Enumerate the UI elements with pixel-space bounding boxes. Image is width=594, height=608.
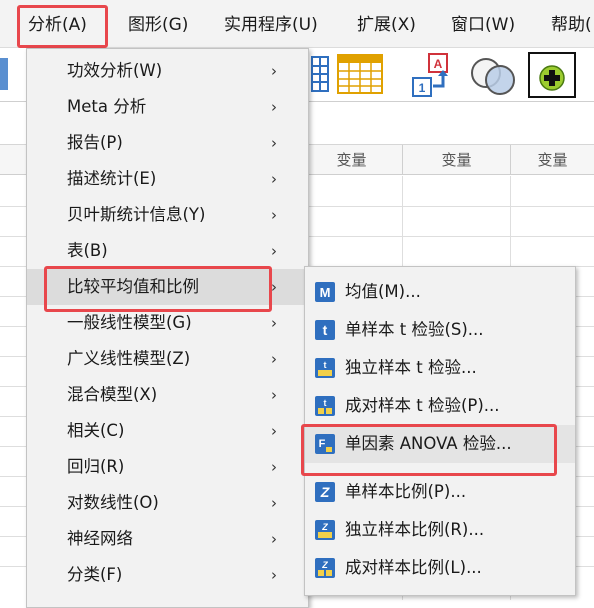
menu-item-descriptive-statistics[interactable]: 描述统计(E) › (27, 161, 308, 197)
svg-text:A: A (434, 57, 443, 71)
menu-item-generalized-linear-models[interactable]: 广义线性模型(Z) › (27, 341, 308, 377)
menu-item-label: 一般线性模型(G) (67, 313, 192, 332)
column-header[interactable]: 变量 (402, 145, 510, 175)
column-header[interactable]: 变量 (510, 145, 594, 175)
menu-item-classify[interactable]: 分类(F) › (27, 557, 308, 593)
paired-t-icon: t (315, 396, 335, 416)
menu-window[interactable]: 窗口(W) (451, 12, 515, 38)
submenu-item-means[interactable]: M 均值(M)... (305, 273, 575, 311)
menu-item-label: Meta 分析 (67, 97, 147, 116)
menu-item-compare-means[interactable]: 比较平均值和比例 › (27, 269, 308, 305)
anova-icon: F (315, 434, 335, 454)
menu-analyze[interactable]: 分析(A) (28, 12, 87, 38)
svg-text:F: F (319, 438, 326, 450)
submenu-arrow-icon: › (271, 494, 277, 512)
submenu-arrow-icon: › (271, 350, 277, 368)
menu-item-label: 贝叶斯统计信息(Y) (67, 205, 206, 224)
submenu-arrow-icon: › (271, 278, 277, 296)
submenu-item-one-way-anova[interactable]: F 单因素 ANOVA 检验... (305, 425, 575, 463)
submenu-item-paired-samples-t-test[interactable]: t 成对样本 t 检验(P)... (305, 387, 575, 425)
menu-item-mixed-models[interactable]: 混合模型(X) › (27, 377, 308, 413)
menu-extensions[interactable]: 扩展(X) (357, 12, 416, 38)
independent-prop-icon: Z (315, 520, 335, 540)
svg-text:Z: Z (321, 522, 328, 532)
menu-item-label: 混合模型(X) (67, 385, 158, 404)
menu-item-label: 对数线性(O) (67, 493, 159, 512)
menu-item-tables[interactable]: 表(B) › (27, 233, 308, 269)
submenu-item-one-sample-proportions[interactable]: Z 单样本比例(P)... (305, 473, 575, 511)
menu-item-label: 比较平均值和比例 (67, 277, 199, 296)
submenu-arrow-icon: › (271, 98, 277, 116)
menu-item-bayesian-statistics[interactable]: 贝叶斯统计信息(Y) › (27, 197, 308, 233)
submenu-arrow-icon: › (271, 206, 277, 224)
menu-item-label: 分类(F) (67, 565, 123, 584)
menu-item-label: 功效分析(W) (67, 61, 163, 80)
svg-text:t: t (323, 322, 328, 338)
svg-text:Z: Z (321, 560, 328, 570)
value-labels-icon[interactable]: A 1 (409, 52, 459, 98)
submenu-arrow-icon: › (271, 170, 277, 188)
svg-text:M: M (320, 285, 331, 300)
menu-item-power-analysis[interactable]: 功效分析(W) › (27, 53, 308, 89)
compare-means-submenu: M 均值(M)... t 单样本 t 检验(S)... t 独立样本 t 检验.… (304, 266, 576, 596)
menu-item-meta-analysis[interactable]: Meta 分析 › (27, 89, 308, 125)
menu-item-label: 回归(R) (67, 457, 125, 476)
menu-item-correlate[interactable]: 相关(C) › (27, 413, 308, 449)
toolbar-partial-icon[interactable] (0, 58, 8, 90)
submenu-item-independent-samples-t-test[interactable]: t 独立样本 t 检验... (305, 349, 575, 387)
menu-item-label: 描述统计(E) (67, 169, 157, 188)
menu-item-label: 广义线性模型(Z) (67, 349, 191, 368)
submenu-item-independent-samples-proportions[interactable]: Z 独立样本比例(R)... (305, 511, 575, 549)
menu-item-label: 相关(C) (67, 421, 125, 440)
submenu-arrow-icon: › (271, 566, 277, 584)
menu-item-label: 报告(P) (67, 133, 123, 152)
means-icon: M (315, 282, 335, 302)
submenu-item-label: 独立样本比例(R)... (345, 520, 485, 539)
menu-bar: 分析(A) 图形(G) 实用程序(U) 扩展(X) 窗口(W) 帮助( (0, 0, 594, 48)
menu-item-reports[interactable]: 报告(P) › (27, 125, 308, 161)
menu-item-label: 表(B) (67, 241, 108, 260)
submenu-item-label: 单样本 t 检验(S)... (345, 320, 484, 339)
one-sample-prop-icon: Z (315, 482, 335, 502)
split-file-icon[interactable] (311, 56, 329, 92)
menu-item-regression[interactable]: 回归(R) › (27, 449, 308, 485)
submenu-item-label: 成对样本 t 检验(P)... (345, 396, 500, 415)
svg-text:t: t (324, 360, 327, 370)
submenu-arrow-icon: › (271, 386, 277, 404)
submenu-item-paired-samples-proportions[interactable]: Z 成对样本比例(L)... (305, 549, 575, 587)
submenu-arrow-icon: › (271, 458, 277, 476)
submenu-item-label: 单因素 ANOVA 检验... (345, 434, 512, 453)
menu-item-neural-networks[interactable]: 神经网络 › (27, 521, 308, 557)
submenu-arrow-icon: › (271, 530, 277, 548)
table-icon[interactable] (337, 54, 383, 94)
add-extension-icon[interactable] (528, 52, 576, 98)
menu-help[interactable]: 帮助( (551, 12, 592, 38)
submenu-item-label: 均值(M)... (345, 282, 421, 301)
use-sets-icon[interactable] (469, 54, 517, 98)
analyze-menu: 功效分析(W) › Meta 分析 › 报告(P) › 描述统计(E) › 贝叶… (26, 48, 309, 608)
svg-text:1: 1 (419, 81, 426, 95)
menu-graphs[interactable]: 图形(G) (128, 12, 188, 38)
independent-t-icon: t (315, 358, 335, 378)
submenu-item-one-sample-t-test[interactable]: t 单样本 t 检验(S)... (305, 311, 575, 349)
submenu-arrow-icon: › (271, 242, 277, 260)
submenu-arrow-icon: › (271, 62, 277, 80)
submenu-arrow-icon: › (271, 314, 277, 332)
submenu-arrow-icon: › (271, 422, 277, 440)
menu-utilities[interactable]: 实用程序(U) (224, 12, 318, 38)
submenu-arrow-icon: › (271, 134, 277, 152)
menu-item-label: 神经网络 (67, 529, 133, 548)
menu-item-loglinear[interactable]: 对数线性(O) › (27, 485, 308, 521)
menu-item-general-linear-model[interactable]: 一般线性模型(G) › (27, 305, 308, 341)
svg-text:t: t (324, 398, 327, 408)
submenu-item-label: 单样本比例(P)... (345, 482, 467, 501)
submenu-item-label: 独立样本 t 检验... (345, 358, 477, 377)
one-sample-t-icon: t (315, 320, 335, 340)
submenu-item-label: 成对样本比例(L)... (345, 558, 482, 577)
paired-prop-icon: Z (315, 558, 335, 578)
column-header[interactable]: 变量 (300, 145, 402, 175)
svg-text:Z: Z (320, 484, 330, 500)
